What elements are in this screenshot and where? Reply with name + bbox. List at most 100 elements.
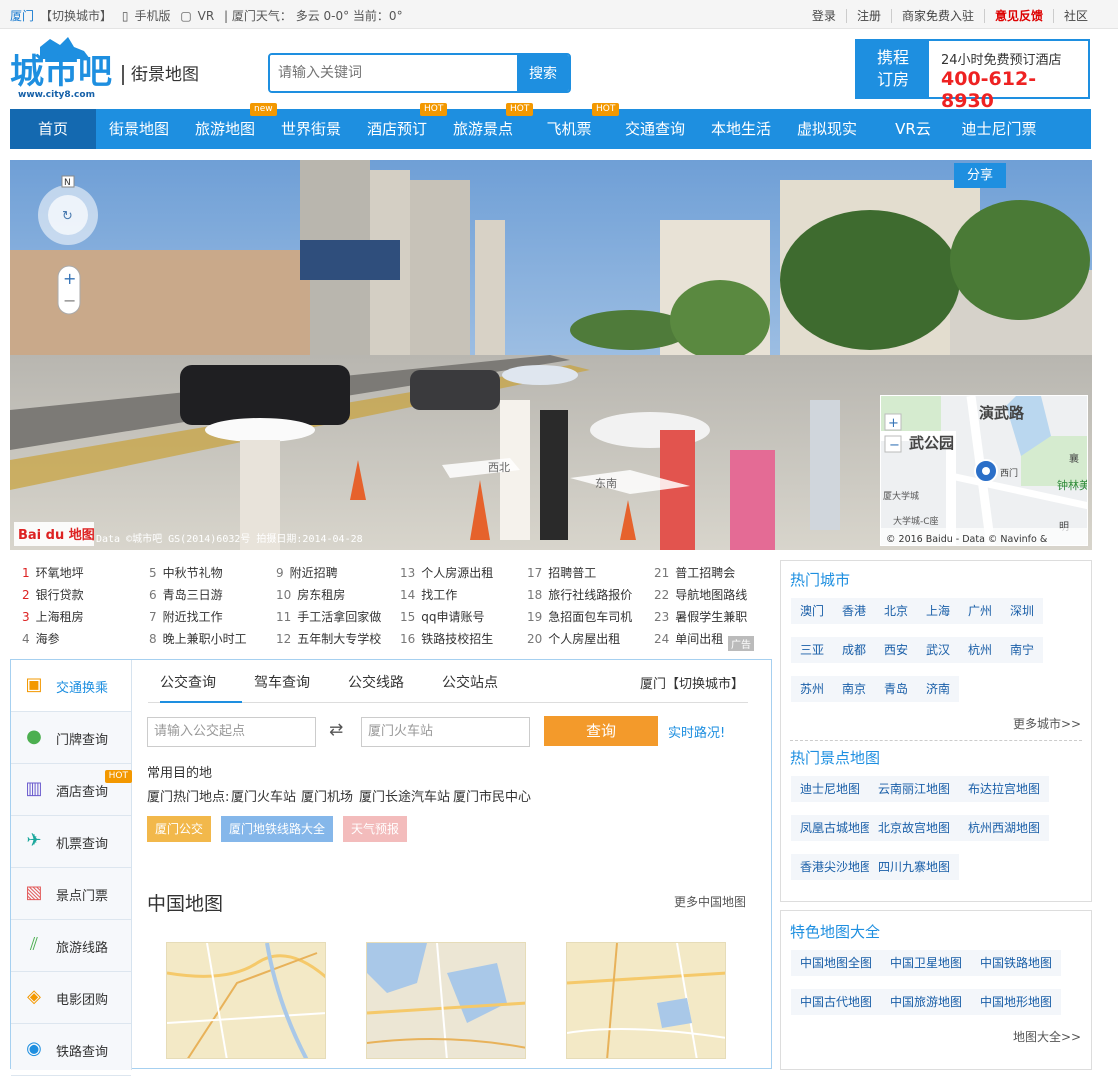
city-chip[interactable]: 北京 bbox=[875, 598, 918, 624]
hot-link[interactable]: 21 普工招聘会 bbox=[654, 564, 735, 581]
ctrip-banner[interactable]: 携程 订房 24小时免费预订酒店 400-612-8930 bbox=[855, 39, 1090, 112]
hot-place-civic-center[interactable]: 厦门市民中心 bbox=[453, 786, 531, 805]
login-link[interactable]: 登录 bbox=[802, 9, 846, 23]
service-house-number[interactable]: ● 门牌查询 bbox=[11, 712, 131, 764]
more-maps-link[interactable]: 地图大全>> bbox=[1013, 1028, 1081, 1045]
nav-traffic[interactable]: 交通查询 bbox=[612, 109, 698, 149]
scenic-map-chip[interactable]: 迪士尼地图 bbox=[791, 776, 870, 802]
tab-drive-query[interactable]: 驾车查询 bbox=[254, 673, 310, 703]
hot-link[interactable]: 12 五年制大专学校 bbox=[276, 630, 381, 647]
zoom-out-button[interactable]: − bbox=[63, 291, 76, 310]
tab-bus-stops[interactable]: 公交站点 bbox=[442, 673, 498, 703]
service-flight[interactable]: ✈ 机票查询 bbox=[11, 816, 131, 868]
arrow-southeast-label[interactable]: 东南 bbox=[595, 477, 617, 490]
mobile-link[interactable]: 手机版 bbox=[134, 9, 170, 23]
service-transit[interactable]: ▣ 交通换乘 bbox=[11, 660, 131, 712]
hot-link[interactable]: 11 手工活拿回家做 bbox=[276, 608, 381, 625]
scenic-map-chip[interactable]: 云南丽江地图 bbox=[869, 776, 960, 802]
more-cities-link[interactable]: 更多城市>> bbox=[1013, 715, 1081, 732]
scenic-map-chip[interactable]: 四川九寨地图 bbox=[869, 854, 960, 880]
search-button[interactable]: 搜索 bbox=[517, 55, 569, 91]
bus-end-input[interactable]: 厦门火车站 bbox=[361, 717, 530, 747]
xiamen-bus-button[interactable]: 厦门公交 bbox=[147, 816, 212, 842]
switch-city-link[interactable]: 【切换城市】 bbox=[40, 9, 112, 23]
more-china-maps-link[interactable]: 更多中国地图 bbox=[674, 893, 746, 910]
merchant-link[interactable]: 商家免费入驻 bbox=[890, 9, 984, 23]
xiamen-metro-button[interactable]: 厦门地铁线路大全 bbox=[221, 816, 334, 842]
vr-link[interactable]: VR bbox=[198, 9, 215, 23]
hot-link[interactable]: 1 环氧地坪 bbox=[22, 564, 84, 581]
nav-world-street[interactable]: 世界街景 bbox=[268, 109, 354, 149]
transit-city-switch[interactable]: 厦门【切换城市】 bbox=[640, 673, 744, 692]
nav-vr-cloud[interactable]: VR云 bbox=[870, 109, 956, 149]
mini-map[interactable]: + − 演武路 武公园 西门 厦大学城 大学城-C座 钟林美 襄 明 © 201… bbox=[880, 395, 1088, 546]
hot-link[interactable]: 7 附近找工作 bbox=[149, 608, 223, 625]
weather-forecast-button[interactable]: 天气预报 bbox=[343, 816, 408, 842]
scenic-map-chip[interactable]: 杭州西湖地图 bbox=[959, 815, 1050, 841]
community-link[interactable]: 社区 bbox=[1052, 9, 1098, 23]
hot-link[interactable]: 17 招聘普工 bbox=[527, 564, 596, 581]
hot-link[interactable]: 5 中秋节礼物 bbox=[149, 564, 223, 581]
map-thumbnail[interactable] bbox=[366, 942, 526, 1059]
special-map-chip[interactable]: 中国卫星地图 bbox=[881, 950, 972, 976]
city-chip[interactable]: 苏州 bbox=[791, 676, 834, 702]
nav-disney[interactable]: 迪士尼门票 bbox=[956, 109, 1042, 149]
arrow-northwest-label[interactable]: 西北 bbox=[488, 461, 510, 474]
city-chip[interactable]: 济南 bbox=[917, 676, 960, 702]
search-input[interactable] bbox=[270, 55, 519, 91]
hot-link[interactable]: 22 导航地图路线 bbox=[654, 586, 747, 603]
realtime-traffic-link[interactable]: 实时路况! bbox=[668, 722, 725, 741]
special-map-chip[interactable]: 中国旅游地图 bbox=[881, 989, 972, 1015]
hot-link[interactable]: 4 海参 bbox=[22, 630, 60, 647]
city-chip[interactable]: 南京 bbox=[833, 676, 876, 702]
hot-link[interactable]: 6 青岛三日游 bbox=[149, 586, 223, 603]
city-chip[interactable]: 三亚 bbox=[791, 637, 834, 663]
map-thumbnail[interactable] bbox=[566, 942, 726, 1059]
city-chip[interactable]: 武汉 bbox=[917, 637, 960, 663]
city-chip[interactable]: 澳门 bbox=[791, 598, 834, 624]
hot-link[interactable]: 20 个人房屋出租 bbox=[527, 630, 620, 647]
share-button[interactable]: 分享 bbox=[954, 163, 1006, 188]
scenic-map-chip[interactable]: 香港尖沙地图 bbox=[791, 854, 882, 880]
hot-place-airport[interactable]: 厦门机场 bbox=[301, 786, 353, 805]
special-map-chip[interactable]: 中国地图全图 bbox=[791, 950, 882, 976]
hot-place-bus-terminal[interactable]: 厦门长途汽车站 bbox=[359, 786, 450, 805]
city-chip[interactable]: 西安 bbox=[875, 637, 918, 663]
hot-place-train-station[interactable]: 厦门火车站 bbox=[231, 786, 296, 805]
hot-link[interactable]: 8 晚上兼职小时工 bbox=[149, 630, 247, 647]
nav-vr[interactable]: 虚拟现实 bbox=[784, 109, 870, 149]
hot-link[interactable]: 2 银行贷款 bbox=[22, 586, 84, 603]
bus-start-input[interactable]: 请输入公交起点 bbox=[147, 717, 316, 747]
nav-street-view[interactable]: 街景地图 bbox=[96, 109, 182, 149]
current-city[interactable]: 厦门 bbox=[10, 9, 34, 23]
scenic-map-chip[interactable]: 凤凰古城地图 bbox=[791, 815, 882, 841]
service-railway[interactable]: ◉ 铁路查询 bbox=[11, 1024, 131, 1076]
special-map-chip[interactable]: 中国古代地图 bbox=[791, 989, 882, 1015]
map-thumbnail[interactable] bbox=[166, 942, 326, 1059]
service-movie[interactable]: ◈ 电影团购 bbox=[11, 972, 131, 1024]
register-link[interactable]: 注册 bbox=[845, 9, 891, 23]
hot-link[interactable]: 18 旅行社线路报价 bbox=[527, 586, 632, 603]
service-ticket[interactable]: ▧ 景点门票 bbox=[11, 868, 131, 920]
hot-link[interactable]: 15 qq申请账号 bbox=[400, 608, 485, 625]
zoom-in-button[interactable]: + bbox=[63, 269, 76, 288]
city-chip[interactable]: 上海 bbox=[917, 598, 960, 624]
service-travel-route[interactable]: ⫽ 旅游线路 bbox=[11, 920, 131, 972]
hot-link[interactable]: 9 附近招聘 bbox=[276, 564, 338, 581]
feedback-link[interactable]: 意见反馈 bbox=[983, 9, 1053, 23]
tab-bus-query[interactable]: 公交查询 bbox=[160, 673, 242, 703]
swap-icon[interactable]: ⇄ bbox=[329, 720, 343, 740]
hot-link[interactable]: 23 暑假学生兼职 bbox=[654, 608, 747, 625]
scenic-map-chip[interactable]: 北京故宫地图 bbox=[869, 815, 960, 841]
hot-link[interactable]: 19 急招面包车司机 bbox=[527, 608, 632, 625]
tab-bus-lines[interactable]: 公交线路 bbox=[348, 673, 404, 703]
city-chip[interactable]: 深圳 bbox=[1001, 598, 1044, 624]
city-chip[interactable]: 南宁 bbox=[1001, 637, 1044, 663]
hot-link[interactable]: 16 铁路技校招生 bbox=[400, 630, 493, 647]
special-map-chip[interactable]: 中国地形地图 bbox=[971, 989, 1062, 1015]
special-map-chip[interactable]: 中国铁路地图 bbox=[971, 950, 1062, 976]
city-chip[interactable]: 香港 bbox=[833, 598, 876, 624]
service-hotel[interactable]: ▥ 酒店查询 HOT bbox=[11, 764, 132, 816]
city-chip[interactable]: 成都 bbox=[833, 637, 876, 663]
nav-home[interactable]: 首页 bbox=[10, 109, 96, 149]
